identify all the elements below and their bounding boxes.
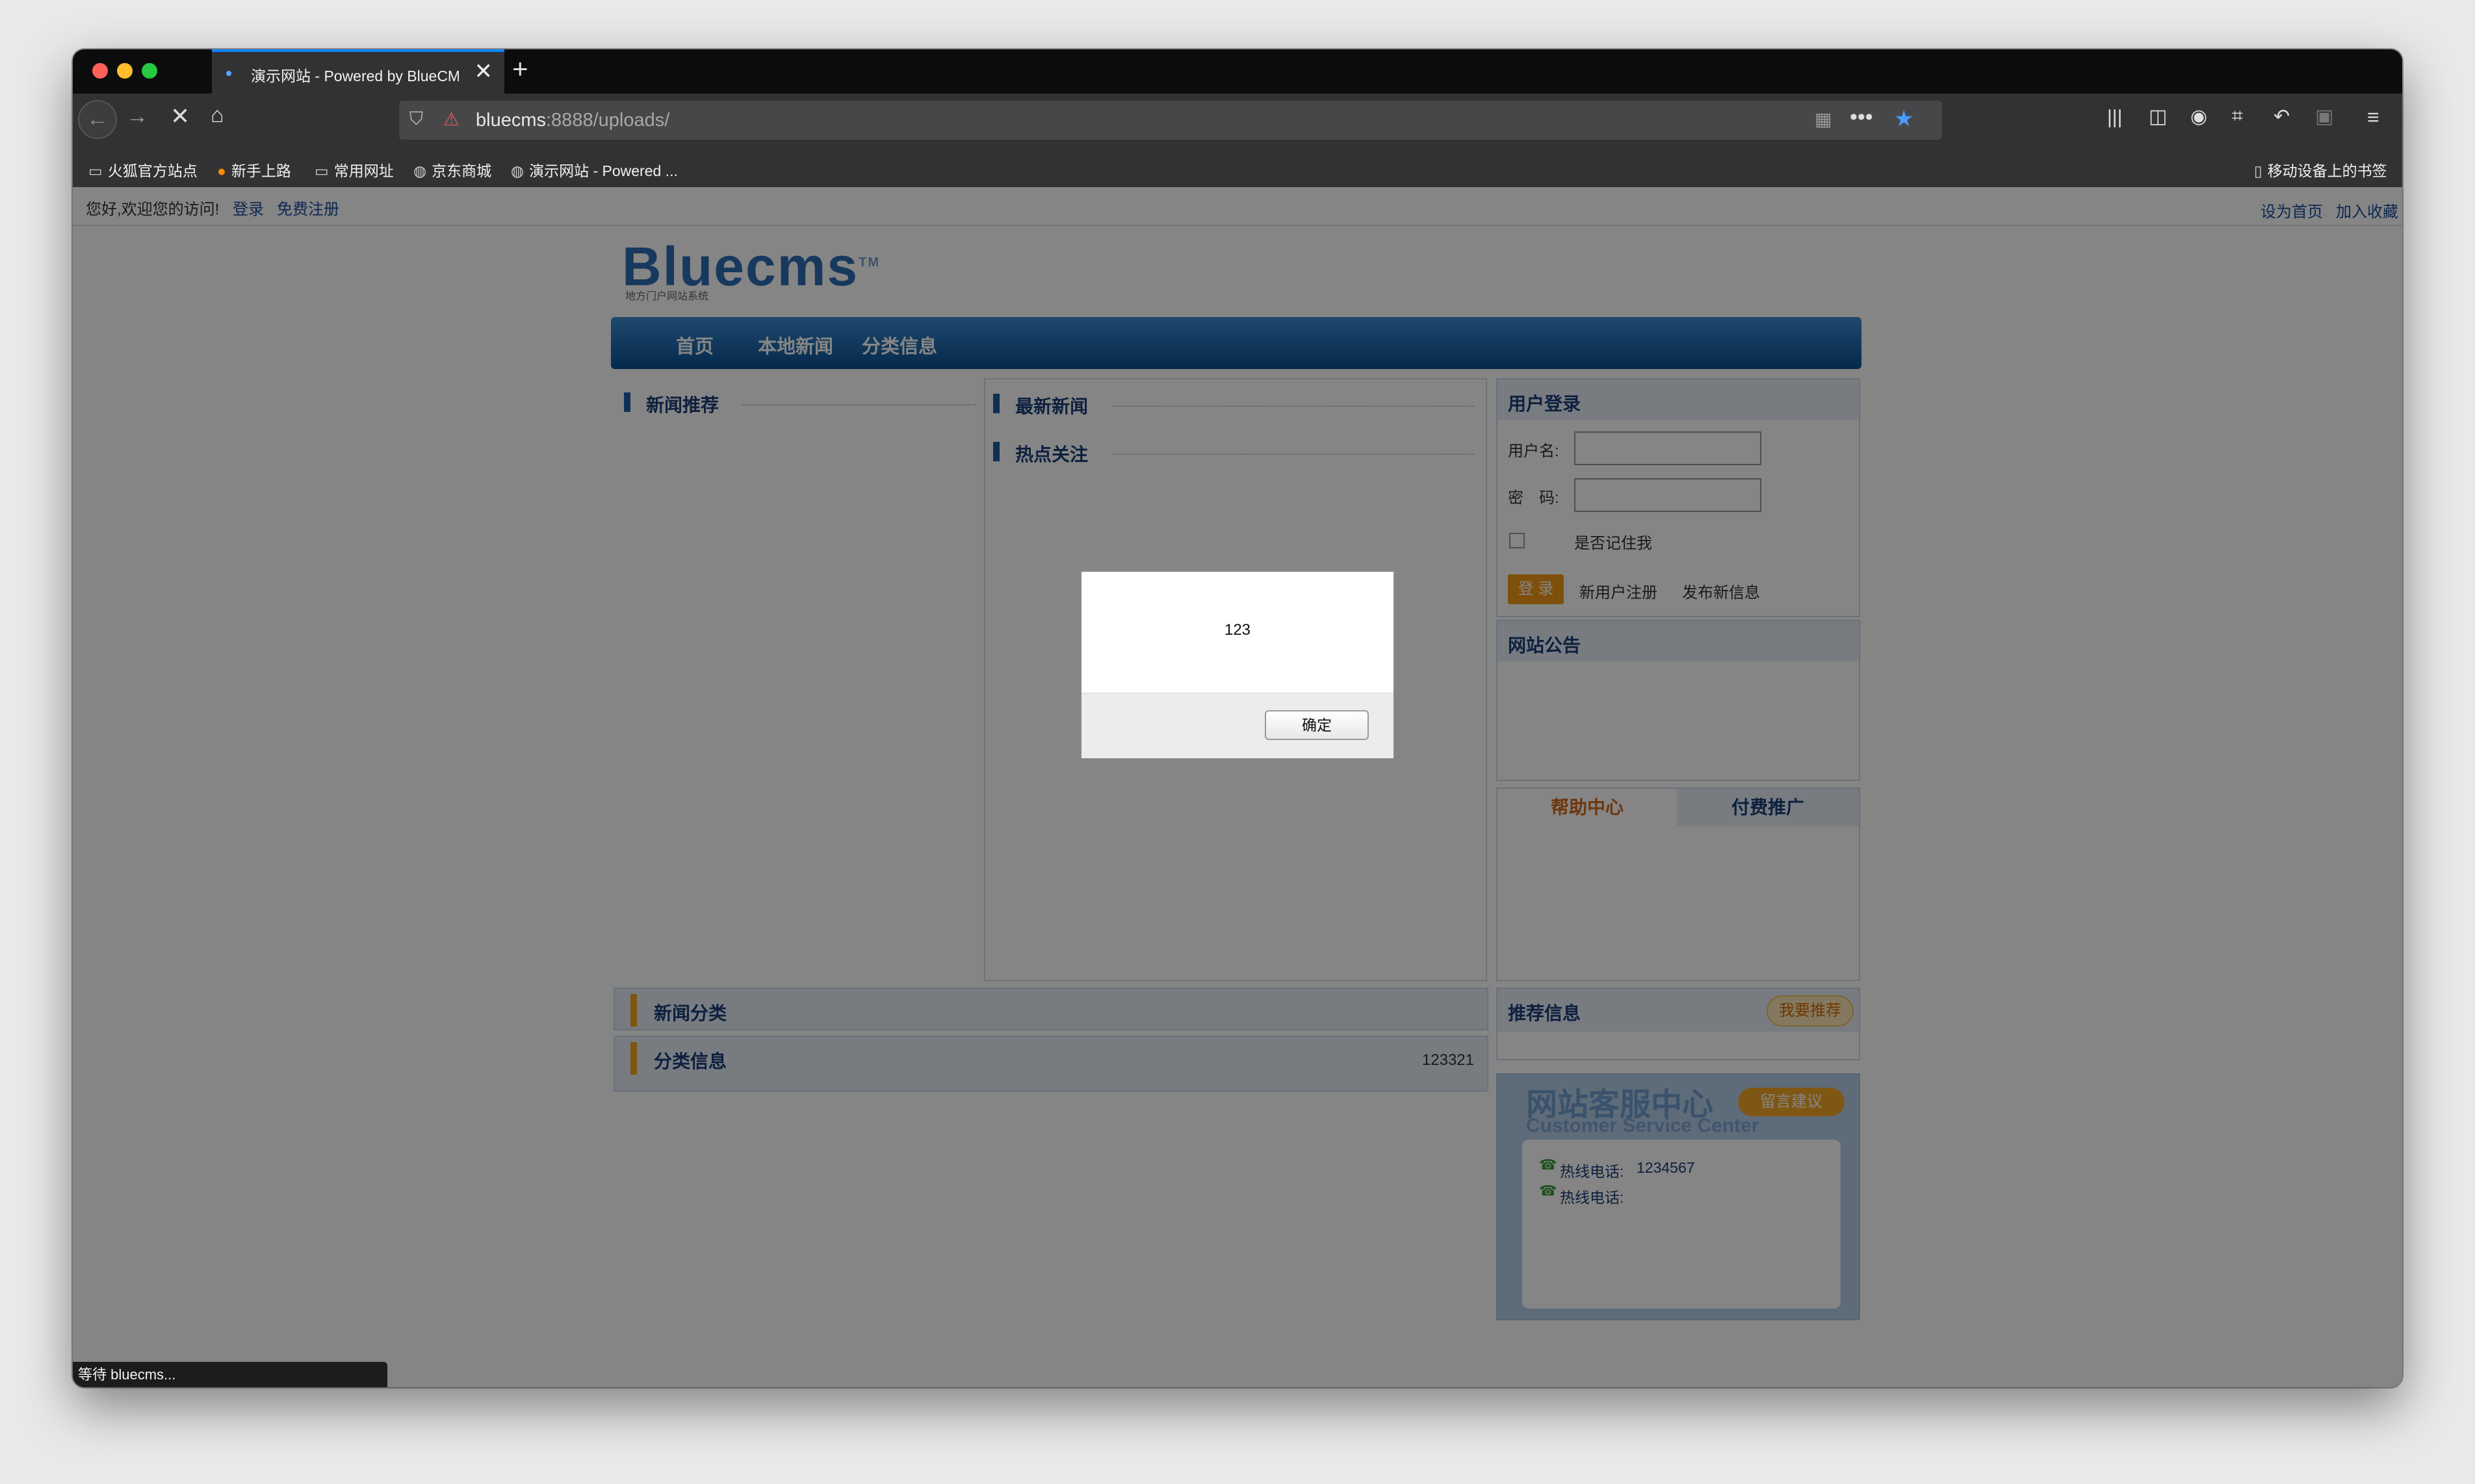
close-window-button[interactable] bbox=[92, 63, 108, 79]
loading-indicator-icon bbox=[226, 71, 231, 76]
undo-icon[interactable]: ↶ bbox=[2274, 105, 2290, 128]
address-bar[interactable]: ⛉ ⚠ bluecms:8888/uploads/ ▦ ••• ★ bbox=[399, 101, 1942, 140]
status-bar: 等待 bluecms... bbox=[73, 1362, 387, 1387]
library-icon[interactable]: ||| bbox=[2107, 107, 2122, 129]
zoom-window-button[interactable] bbox=[142, 63, 157, 79]
screenshot-icon[interactable]: ⌗ bbox=[2232, 105, 2243, 127]
firefox-icon: ● bbox=[217, 162, 226, 179]
bookmark-star-icon[interactable]: ★ bbox=[1894, 106, 1913, 132]
url-text[interactable]: bluecms:8888/uploads/ bbox=[476, 110, 669, 131]
folder-icon: ▭ bbox=[315, 162, 329, 179]
folder-icon: ▭ bbox=[88, 162, 103, 179]
globe-icon: ◍ bbox=[511, 162, 525, 179]
bookmark-item[interactable]: ◍ 京东商城 bbox=[413, 159, 491, 181]
bookmark-item[interactable]: ◍ 演示网站 - Powered ... bbox=[511, 159, 678, 181]
bookmark-item[interactable]: ▭ 常用网址 bbox=[315, 159, 394, 181]
window-controls bbox=[92, 63, 166, 82]
bookmark-item[interactable]: ▭ 火狐官方站点 bbox=[88, 159, 198, 181]
insecure-lock-icon[interactable]: ⚠ bbox=[443, 109, 460, 130]
alert-dialog: 123 确定 bbox=[1080, 570, 1395, 759]
minimize-window-button[interactable] bbox=[117, 63, 133, 79]
new-tab-button[interactable]: + bbox=[512, 53, 528, 84]
alert-message: 123 bbox=[1224, 621, 1251, 639]
extension-icon[interactable]: ▣ bbox=[2315, 105, 2333, 128]
nav-toolbar: ← → ✕ ⌂ ⛉ ⚠ bluecms:8888/uploads/ ▦ ••• … bbox=[73, 94, 2402, 149]
globe-icon: ◍ bbox=[413, 162, 427, 179]
active-tab[interactable]: 演示网站 - Powered by BlueCMS ✕ bbox=[212, 49, 504, 94]
folder-icon: ▯ bbox=[2254, 162, 2262, 179]
tab-close-icon[interactable]: ✕ bbox=[474, 58, 493, 84]
alert-footer: 确定 bbox=[1082, 693, 1393, 758]
page-actions-icon[interactable]: ••• bbox=[1850, 105, 1873, 130]
bookmarks-bar: ▭ 火狐官方站点 ● 新手上路 ▭ 常用网址 ◍ 京东商城 ◍ 演示网站 - Powere… bbox=[73, 149, 2402, 187]
mobile-bookmarks[interactable]: ▯ 移动设备上的书签 bbox=[2254, 159, 2387, 181]
shield-icon[interactable]: ⛉ bbox=[409, 109, 423, 130]
ok-button[interactable]: 确定 bbox=[1265, 710, 1369, 740]
web-page: 您好,欢迎您的访问! 登录 免费注册 设为首页 加入收藏 BluecmsTM 地… bbox=[73, 187, 2402, 1387]
sidebar-icon[interactable]: ◫ bbox=[2149, 105, 2167, 128]
home-button[interactable]: ⌂ bbox=[211, 103, 224, 128]
browser-window: 演示网站 - Powered by BlueCMS ✕ + ← → ✕ ⌂ ⛉ … bbox=[73, 49, 2402, 1387]
modal-backdrop bbox=[73, 187, 2402, 1387]
tab-title: 演示网站 - Powered by BlueCMS bbox=[251, 68, 459, 84]
account-icon[interactable]: ◉ bbox=[2190, 105, 2207, 128]
title-bar: 演示网站 - Powered by BlueCMS ✕ + bbox=[73, 49, 2402, 94]
bookmark-item[interactable]: ● 新手上路 bbox=[217, 159, 291, 181]
forward-button[interactable]: → bbox=[126, 104, 148, 129]
back-button[interactable]: ← bbox=[78, 100, 117, 139]
menu-icon[interactable]: ≡ bbox=[2367, 105, 2379, 129]
stop-loading-button[interactable]: ✕ bbox=[170, 103, 190, 130]
qr-code-icon[interactable]: ▦ bbox=[1815, 109, 1832, 130]
